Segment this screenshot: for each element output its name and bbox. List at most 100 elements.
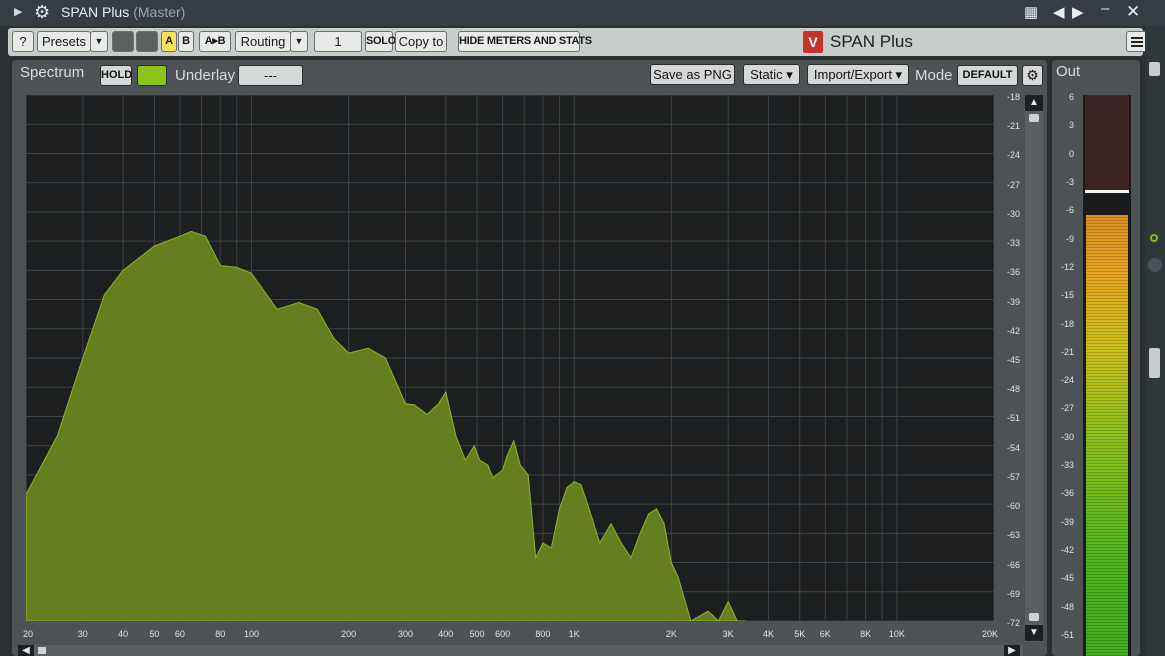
- scroll-right-icon[interactable]: ▶: [1004, 645, 1020, 656]
- db-tick-label: -24: [1006, 150, 1020, 161]
- save-as-png-button[interactable]: Save as PNG: [650, 64, 735, 85]
- meter-tick-label: -30: [1060, 431, 1074, 442]
- meter-tick-label: -3: [1065, 176, 1074, 187]
- vertical-scrollbar[interactable]: ▲ ▼: [1025, 95, 1043, 642]
- freq-tick-label: 800: [535, 629, 551, 639]
- previous-arrow-icon[interactable]: ◀: [1053, 3, 1065, 21]
- freq-tick-label: 50: [149, 629, 160, 639]
- meter-tick-label: -48: [1060, 601, 1074, 612]
- db-tick-label: -18: [1006, 92, 1020, 102]
- meter-tick-label: -6: [1065, 205, 1074, 216]
- hold-button[interactable]: HOLD: [100, 65, 132, 86]
- meter-tick-label: -9: [1065, 233, 1074, 244]
- db-tick-label: -48: [1006, 384, 1020, 395]
- freq-tick-label: 80: [215, 629, 226, 639]
- mode-select[interactable]: DEFAULT: [957, 65, 1018, 86]
- db-tick-label: -42: [1006, 325, 1020, 336]
- meter-tick-label: -15: [1060, 290, 1074, 301]
- meter-tick-label: -18: [1060, 318, 1074, 329]
- spectrum-curve: [26, 230, 746, 621]
- freq-tick-label: 20K: [981, 629, 999, 639]
- solo-button[interactable]: SOLO: [365, 31, 396, 52]
- meter-tick-label: 6: [1068, 92, 1074, 102]
- freq-tick-label: 20: [22, 629, 34, 639]
- db-tick-label: -72: [1006, 618, 1020, 628]
- freq-tick-label: 500: [469, 629, 485, 639]
- meter-tick-label: -39: [1060, 516, 1074, 527]
- scroll-thumb[interactable]: [1029, 114, 1039, 122]
- routing-channel-value[interactable]: 1: [314, 31, 362, 52]
- static-dropdown[interactable]: Static ▾: [743, 64, 800, 85]
- close-icon[interactable]: ✕: [1126, 2, 1140, 22]
- horizontal-scrollbar[interactable]: ◀ ▶: [18, 645, 1023, 656]
- db-scale: -18 -21 -24 -27 -30 -33 -36 -39 -42 -45 -48 -51 -54 -…: [996, 92, 1022, 628]
- logo-text: SPAN Plus: [830, 32, 913, 51]
- db-tick-label: -30: [1006, 208, 1020, 219]
- window-titlebar: ▶ ⚙ SPAN Plus (Master) ▦ ◀ ▶ ‒ ✕: [0, 0, 1165, 26]
- spectrum-plot[interactable]: [26, 95, 994, 621]
- freq-tick-label: 400: [438, 629, 454, 639]
- hscroll-thumb[interactable]: [38, 647, 46, 654]
- next-arrow-icon[interactable]: ▶: [1072, 3, 1084, 21]
- grid-icon[interactable]: ▦: [1024, 3, 1038, 21]
- freq-tick-label: 300: [397, 629, 413, 639]
- collapse-arrow-icon[interactable]: ▶: [14, 5, 22, 18]
- meter-tick-label: -42: [1060, 545, 1074, 556]
- scroll-up-icon[interactable]: ▲: [1025, 95, 1043, 111]
- db-tick-label: -27: [1006, 179, 1020, 190]
- freq-tick-label: 3K: [722, 629, 734, 639]
- window-title: SPAN Plus (Master): [61, 4, 185, 20]
- underlay-select[interactable]: ---: [238, 65, 303, 86]
- import-export-dropdown[interactable]: Import/Export ▾: [807, 64, 909, 85]
- db-tick-label: -69: [1006, 588, 1020, 599]
- db-tick-label: -33: [1006, 238, 1020, 249]
- a-to-b-button[interactable]: A▸B: [199, 31, 231, 52]
- copy-to-button[interactable]: Copy to: [395, 31, 447, 52]
- hold-indicator[interactable]: [137, 65, 167, 86]
- scroll-left-icon[interactable]: ◀: [18, 645, 34, 656]
- scroll-thumb-bottom[interactable]: [1029, 613, 1039, 621]
- scroll-down-icon[interactable]: ▼: [1025, 625, 1043, 641]
- routing-dropdown-icon[interactable]: ▼: [290, 31, 308, 52]
- freq-tick-label: 40: [118, 629, 129, 639]
- meter-peak-hold: [1085, 190, 1129, 194]
- host-strip-handle[interactable]: [1149, 62, 1160, 76]
- db-tick-label: -60: [1006, 501, 1020, 512]
- freq-tick-label: 200: [341, 629, 357, 639]
- freq-tick-label: 2K: [665, 629, 677, 639]
- routing-button[interactable]: Routing: [235, 31, 291, 52]
- host-led-icon: [1150, 234, 1158, 242]
- freq-tick-label: 600: [495, 629, 511, 639]
- meter-tick-label: -21: [1060, 346, 1074, 357]
- meter-tick-label: -51: [1060, 630, 1074, 640]
- db-tick-label: -36: [1006, 267, 1020, 278]
- undo-button[interactable]: [112, 31, 134, 52]
- db-tick-label: -63: [1006, 530, 1020, 541]
- redo-button[interactable]: [136, 31, 158, 52]
- db-tick-label: -54: [1006, 442, 1020, 453]
- freq-tick-label: 8K: [860, 629, 872, 639]
- a-button[interactable]: A: [161, 31, 177, 52]
- freq-tick-label: 30: [77, 629, 88, 639]
- presets-button[interactable]: Presets: [37, 31, 91, 52]
- hide-meters-button[interactable]: HIDE METERS AND STATS: [458, 31, 592, 52]
- db-tick-label: -51: [1006, 413, 1020, 424]
- presets-dropdown-icon[interactable]: ▼: [90, 31, 108, 52]
- b-button[interactable]: B: [178, 31, 194, 52]
- mode-label: Mode: [915, 67, 953, 84]
- window-title-text: SPAN Plus: [61, 4, 130, 20]
- host-fader[interactable]: [1149, 348, 1160, 378]
- host-side-strip: [1145, 26, 1165, 656]
- output-level-meter: [1083, 95, 1131, 656]
- host-knob[interactable]: [1148, 258, 1162, 272]
- meter-tick-label: -12: [1060, 261, 1074, 272]
- freq-tick-label: 60: [174, 629, 185, 639]
- settings-gear-icon[interactable]: ⚙: [1022, 65, 1043, 86]
- help-button[interactable]: ?: [12, 31, 34, 52]
- minimize-icon[interactable]: ‒: [1101, 0, 1109, 17]
- meter-tick-label: 3: [1068, 120, 1074, 131]
- meter-clip-zone: [1085, 95, 1129, 190]
- gear-icon[interactable]: ⚙: [34, 2, 50, 23]
- freq-tick-label: 4K: [762, 629, 774, 639]
- freq-tick-label: 6K: [819, 629, 831, 639]
